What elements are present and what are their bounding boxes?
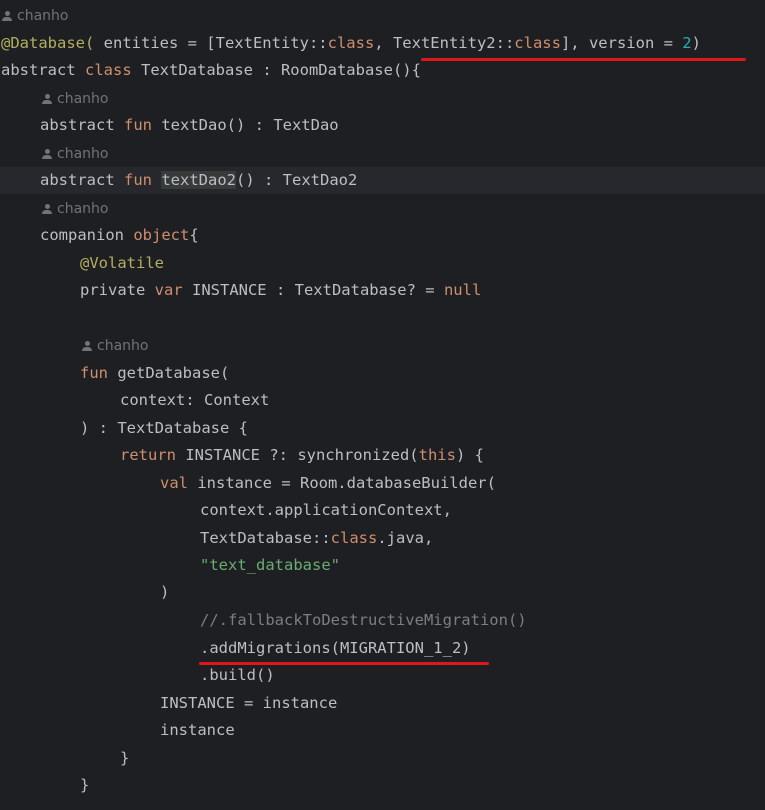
code-line[interactable]: ) <box>160 579 765 606</box>
code-text: instance <box>160 721 235 739</box>
code-editor[interactable]: chanho @Database( entities = [TextEntity… <box>0 0 765 810</box>
comment-token: //.fallbackToDestructiveMigration() <box>200 611 527 629</box>
author-name: chanho <box>97 338 149 354</box>
author-hint[interactable]: chanho <box>42 141 765 168</box>
keyword-token: object <box>133 226 190 244</box>
keyword-token: fun <box>124 116 152 134</box>
code-line[interactable]: //.fallbackToDestructiveMigration() <box>200 607 765 634</box>
keyword-token: val <box>160 474 188 492</box>
code-text: companion <box>40 226 134 244</box>
keyword-token: class <box>514 34 561 52</box>
keyword-token: class <box>85 61 132 79</box>
user-icon <box>42 94 52 104</box>
author-name: chanho <box>57 201 109 217</box>
author-name: chanho <box>17 8 69 24</box>
code-line[interactable]: context.applicationContext, <box>200 497 765 524</box>
code-line[interactable]: companion object{ <box>40 222 765 249</box>
code-line[interactable]: private var INSTANCE : TextDatabase? = n… <box>80 277 765 304</box>
author-hint[interactable]: chanho <box>42 196 765 223</box>
code-text: TextDatabase:: <box>200 529 331 547</box>
code-text: ) : TextDatabase { <box>80 419 248 437</box>
keyword-token: return <box>120 446 176 464</box>
code-text: INSTANCE = instance <box>160 694 338 712</box>
code-text: .java, <box>377 529 434 547</box>
author-name: chanho <box>57 146 109 162</box>
code-line[interactable]: return INSTANCE ?: synchronized(this) { <box>120 442 765 469</box>
code-text: abstract <box>1 61 76 79</box>
code-line[interactable]: "text_database" <box>200 552 765 579</box>
code-line[interactable]: .build() <box>200 662 765 689</box>
user-icon <box>42 204 52 214</box>
code-line[interactable]: abstract fun textDao() : TextDao <box>40 112 765 139</box>
code-line[interactable]: @Volatile <box>80 250 765 277</box>
code-text: { <box>189 226 199 244</box>
user-icon <box>2 11 12 21</box>
code-text: context.applicationContext, <box>200 501 452 519</box>
code-text: } <box>120 749 130 767</box>
code-text: ) { <box>455 446 484 464</box>
code-text: ], version = <box>560 34 683 52</box>
keyword-token: fun <box>124 171 152 189</box>
code-line[interactable]: val instance = Room.databaseBuilder( <box>160 470 765 497</box>
code-line[interactable]: fun getDatabase( <box>80 360 765 387</box>
string-token: "text_database" <box>200 556 340 574</box>
code-text: INSTANCE : TextDatabase? = <box>182 281 444 299</box>
code-text: } <box>80 776 90 794</box>
code-line[interactable]: ) : TextDatabase { <box>80 415 765 442</box>
code-line[interactable]: TextDatabase::class.java, <box>200 525 765 552</box>
keyword-token: class <box>327 34 375 52</box>
code-text: getDatabase( <box>108 364 230 382</box>
keyword-token: class <box>330 529 378 547</box>
author-hint[interactable]: chanho <box>42 86 765 113</box>
annotation-token: @Volatile <box>80 254 164 272</box>
code-line[interactable]: instance <box>160 717 765 744</box>
author-name: chanho <box>57 91 109 107</box>
code-text: ) <box>160 583 170 601</box>
current-code-line[interactable]: abstract fun textDao2() : TextDao2 <box>0 167 765 194</box>
code-text: .build() <box>200 666 275 684</box>
author-hint[interactable]: chanho <box>2 3 765 30</box>
annotation-token: @Database( <box>1 34 95 52</box>
code-line[interactable]: } <box>120 745 765 772</box>
keyword-token: var <box>154 281 183 299</box>
code-text: abstract <box>40 116 115 134</box>
keyword-token: fun <box>80 364 108 382</box>
author-hint[interactable]: chanho <box>82 333 765 360</box>
code-line[interactable]: @Database( entities = [TextEntity::class… <box>1 30 765 57</box>
code-text: INSTANCE ?: synchronized( <box>176 446 419 464</box>
user-icon <box>82 341 92 351</box>
code-text: ) <box>691 34 701 52</box>
code-line[interactable]: INSTANCE = instance <box>160 690 765 717</box>
code-text: () : TextDao2 <box>236 171 358 189</box>
code-text: .addMigrations(MIGRATION_1_2) <box>200 639 471 657</box>
keyword-token: this <box>418 446 456 464</box>
code-text: textDao() : TextDao <box>152 116 339 134</box>
code-text: instance = Room.databaseBuilder( <box>188 474 496 492</box>
code-text: context: Context <box>120 391 270 409</box>
code-text: entities = [TextEntity:: <box>94 34 328 52</box>
code-line[interactable]: abstract class TextDatabase : RoomDataba… <box>1 57 765 84</box>
number-token: 2 <box>682 34 692 52</box>
code-line[interactable]: context: Context <box>120 387 765 414</box>
code-line[interactable]: } <box>80 772 765 799</box>
user-icon <box>42 149 52 159</box>
code-text: , TextEntity2:: <box>374 34 515 52</box>
code-line[interactable]: .addMigrations(MIGRATION_1_2) <box>200 635 765 662</box>
code-text: private <box>80 281 155 299</box>
code-text: abstract <box>40 171 115 189</box>
keyword-token: null <box>443 281 482 299</box>
highlighted-identifier[interactable]: textDao2 <box>161 171 236 189</box>
code-text: TextDatabase : RoomDatabase(){ <box>131 61 421 79</box>
